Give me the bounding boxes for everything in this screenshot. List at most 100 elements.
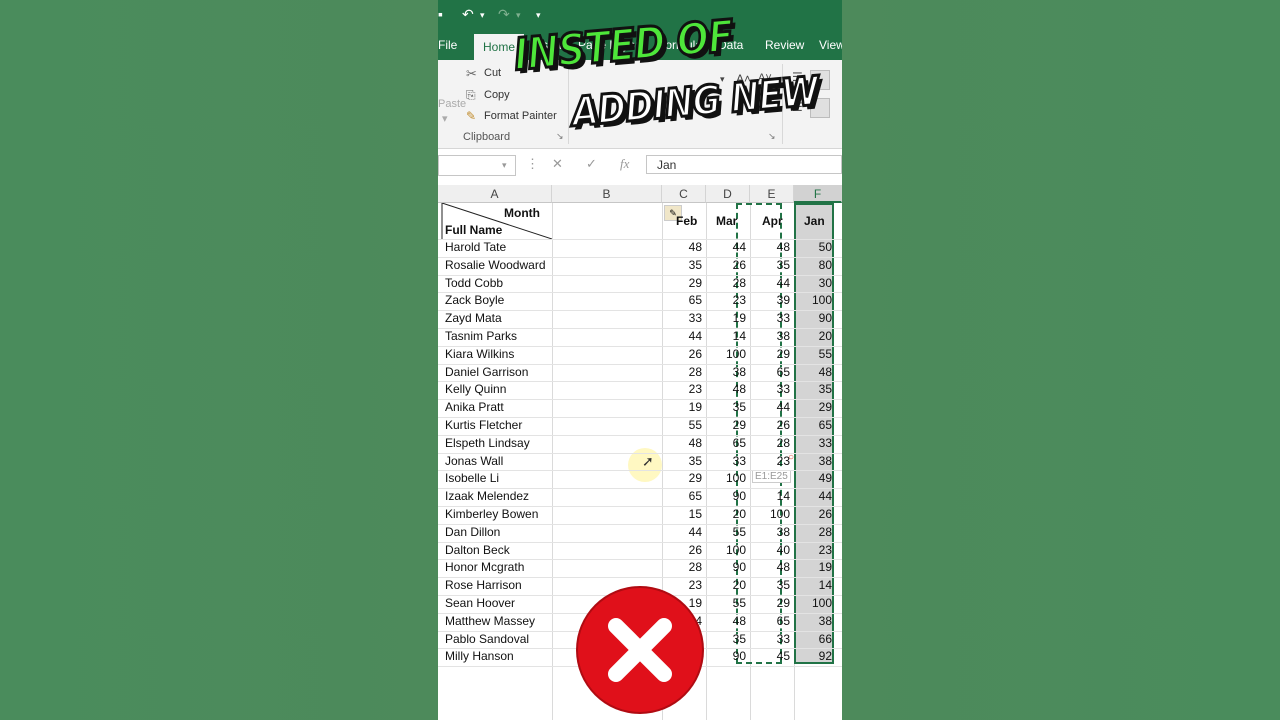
redo-dropdown-icon[interactable]: ▾ xyxy=(516,10,521,21)
cell-mar[interactable]: 48 xyxy=(706,381,750,398)
cell-apr[interactable]: 28 xyxy=(750,435,794,452)
font-launcher-icon[interactable]: ↘ xyxy=(768,131,776,142)
cell-feb[interactable]: 19 xyxy=(662,399,706,416)
cell-name[interactable]: Rose Harrison xyxy=(445,577,522,594)
cell-jan[interactable]: 29 xyxy=(794,399,836,416)
cell-mar[interactable]: 28 xyxy=(706,275,750,292)
cell-jan[interactable]: 80 xyxy=(794,257,836,274)
column-header-c[interactable]: C xyxy=(662,185,706,203)
cell-name[interactable]: Isobelle Li xyxy=(445,470,499,487)
cell-feb[interactable]: 35 xyxy=(662,453,706,470)
cell-jan[interactable]: 92 xyxy=(794,648,836,665)
customize-toolbar-icon[interactable]: ▾ xyxy=(536,10,541,21)
cell-mar[interactable]: 35 xyxy=(706,399,750,416)
cell-mar[interactable]: 38 xyxy=(706,364,750,381)
cell-jan[interactable]: 49 xyxy=(794,470,836,487)
cell-name[interactable]: Honor Mcgrath xyxy=(445,559,524,576)
cell-apr[interactable]: 45 xyxy=(750,648,794,665)
header-feb[interactable]: Feb xyxy=(676,214,697,228)
cell-mar[interactable]: 20 xyxy=(706,506,750,523)
cell-jan[interactable]: 14 xyxy=(794,577,836,594)
cell-feb[interactable]: 15 xyxy=(662,506,706,523)
cell-feb[interactable]: 48 xyxy=(662,239,706,256)
cell-apr[interactable]: 40 xyxy=(750,542,794,559)
cell-name[interactable]: Sean Hoover xyxy=(445,595,515,612)
cell-apr[interactable]: 33 xyxy=(750,631,794,648)
cell-mar[interactable]: 90 xyxy=(706,559,750,576)
cell-jan[interactable]: 38 xyxy=(794,613,836,630)
cell-mar[interactable]: 20 xyxy=(706,577,750,594)
cell-feb[interactable]: 65 xyxy=(662,488,706,505)
cell-jan[interactable]: 44 xyxy=(794,488,836,505)
name-box-dropdown-icon[interactable]: ▾ xyxy=(502,160,507,171)
cell-apr[interactable]: 44 xyxy=(750,275,794,292)
cell-apr[interactable]: 29 xyxy=(750,595,794,612)
cell-apr[interactable] xyxy=(750,470,794,487)
tab-view[interactable]: View xyxy=(819,38,842,52)
cell-name[interactable]: Rosalie Woodward xyxy=(445,257,546,274)
cell-jan[interactable]: 19 xyxy=(794,559,836,576)
paste-button[interactable]: Paste xyxy=(438,98,466,110)
cell-name[interactable]: Dalton Beck xyxy=(445,542,510,559)
redo-icon[interactable]: ↷ xyxy=(498,6,510,23)
cell-jan[interactable]: 30 xyxy=(794,275,836,292)
undo-dropdown-icon[interactable]: ▾ xyxy=(480,10,485,21)
cell-jan[interactable]: 23 xyxy=(794,542,836,559)
copy-button[interactable]: Copy xyxy=(484,89,510,101)
confirm-entry-icon[interactable]: ✓ xyxy=(586,156,597,172)
cell-jan[interactable]: 100 xyxy=(794,595,836,612)
cell-name[interactable]: Harold Tate xyxy=(445,239,506,256)
cell-name[interactable]: Zack Boyle xyxy=(445,292,504,309)
cell-name[interactable]: Kiara Wilkins xyxy=(445,346,514,363)
formula-input[interactable]: Jan xyxy=(646,155,842,174)
cell-name[interactable]: Jonas Wall xyxy=(445,453,503,470)
cell-feb[interactable]: 26 xyxy=(662,346,706,363)
cell-feb[interactable]: 29 xyxy=(662,275,706,292)
cell-jan[interactable]: 48 xyxy=(794,364,836,381)
cell-feb[interactable]: 65 xyxy=(662,292,706,309)
cell-jan[interactable]: 26 xyxy=(794,506,836,523)
cell-mar[interactable]: 90 xyxy=(706,488,750,505)
cell-mar[interactable]: 19 xyxy=(706,310,750,327)
cell-apr[interactable]: 48 xyxy=(750,559,794,576)
cell-name[interactable]: Kimberley Bowen xyxy=(445,506,538,523)
header-full-name[interactable]: Full Name xyxy=(445,223,502,237)
cell-apr[interactable]: 44 xyxy=(750,399,794,416)
cell-feb[interactable]: 44 xyxy=(662,328,706,345)
clipboard-launcher-icon[interactable]: ↘ xyxy=(556,131,564,142)
cell-apr[interactable]: 39 xyxy=(750,292,794,309)
save-icon[interactable]: ▪ xyxy=(438,6,443,22)
cell-mar[interactable]: 35 xyxy=(706,631,750,648)
cell-mar[interactable]: 44 xyxy=(706,239,750,256)
cell-jan[interactable]: 35 xyxy=(794,381,836,398)
cell-feb[interactable]: 55 xyxy=(662,417,706,434)
cell-feb[interactable]: 33 xyxy=(662,310,706,327)
cell-mar[interactable]: 100 xyxy=(706,346,750,363)
cell-mar[interactable]: 100 xyxy=(706,542,750,559)
cell-mar[interactable]: 55 xyxy=(706,595,750,612)
cell-name[interactable]: Kurtis Fletcher xyxy=(445,417,522,434)
cell-feb[interactable]: 48 xyxy=(662,435,706,452)
cell-apr[interactable]: 26 xyxy=(750,417,794,434)
cell-apr[interactable]: 48 xyxy=(750,239,794,256)
cell-mar[interactable]: 33 xyxy=(706,453,750,470)
cell-name[interactable]: Anika Pratt xyxy=(445,399,504,416)
cell-feb[interactable]: 35 xyxy=(662,257,706,274)
cell-mar[interactable]: 90 xyxy=(706,648,750,665)
cell-apr[interactable]: 33 xyxy=(750,381,794,398)
cell-apr[interactable]: 65 xyxy=(750,364,794,381)
cell-jan[interactable]: 65 xyxy=(794,417,836,434)
cell-feb[interactable]: 28 xyxy=(662,364,706,381)
cell-mar[interactable]: 26 xyxy=(706,257,750,274)
cell-jan[interactable]: 38 xyxy=(794,453,836,470)
cell-name[interactable]: Dan Dillon xyxy=(445,524,500,541)
cell-feb[interactable]: 26 xyxy=(662,542,706,559)
cell-apr[interactable]: 14 xyxy=(750,488,794,505)
cell-jan[interactable]: 28 xyxy=(794,524,836,541)
cell-apr[interactable]: 65 xyxy=(750,613,794,630)
cell-name[interactable]: Izaak Melendez xyxy=(445,488,529,505)
header-jan[interactable]: Jan xyxy=(804,214,825,228)
cell-feb[interactable]: 28 xyxy=(662,559,706,576)
cell-name[interactable]: Kelly Quinn xyxy=(445,381,506,398)
paste-dropdown-icon[interactable]: ▾ xyxy=(442,112,448,125)
